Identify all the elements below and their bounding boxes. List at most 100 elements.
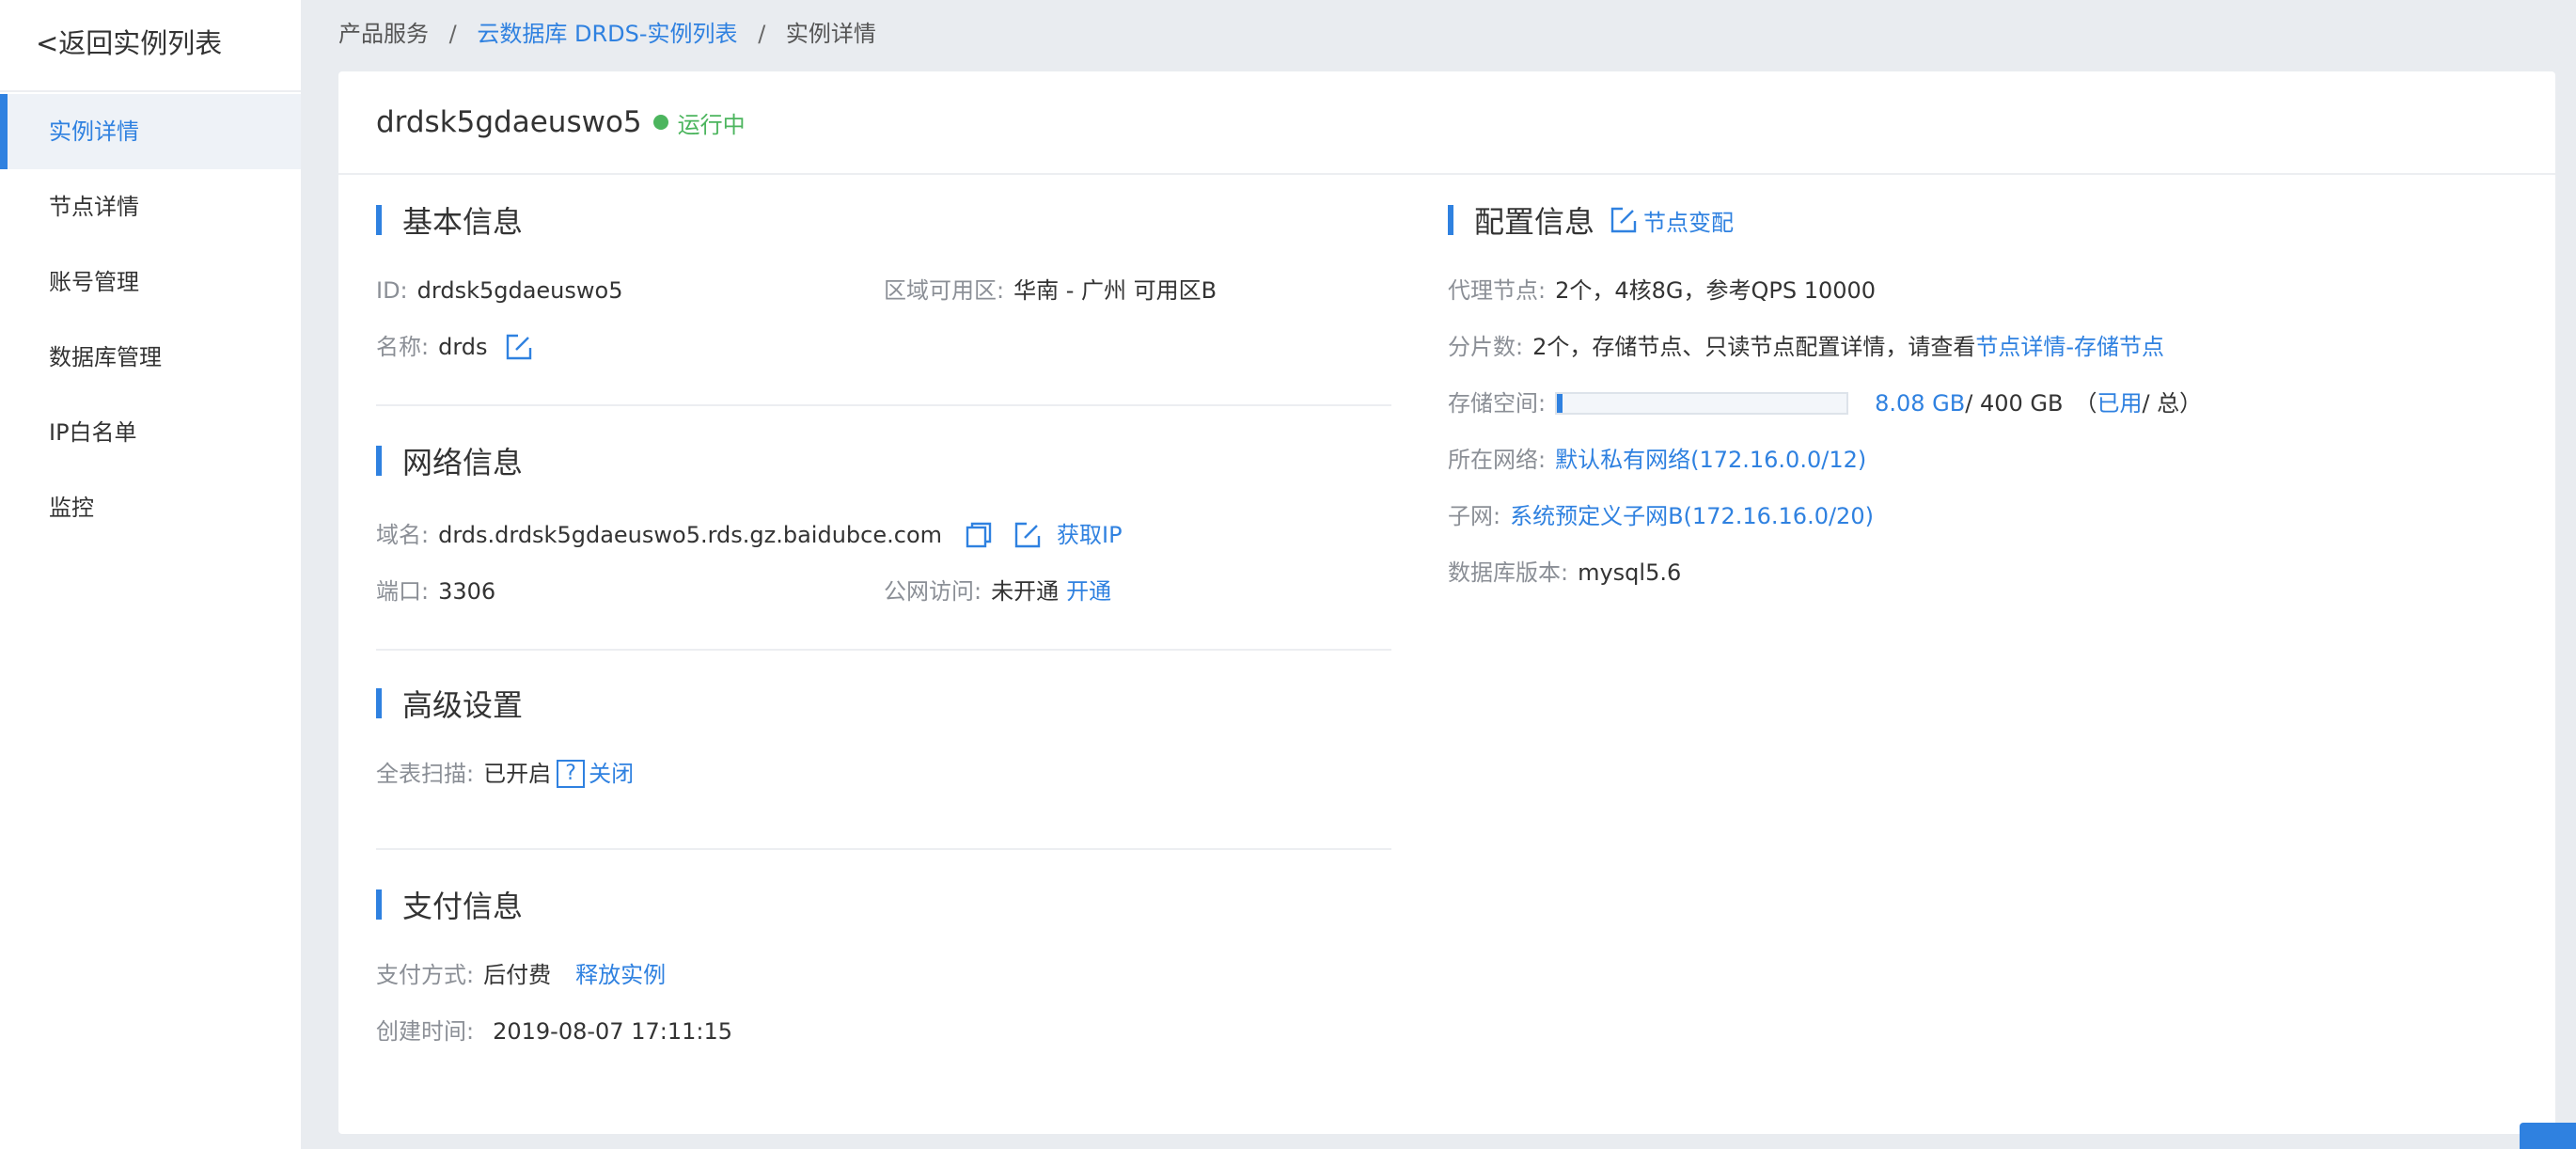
vpc-row: 所在网络: 默认私有网络(172.16.0.0/12) — [1448, 444, 1866, 476]
section-bar — [1448, 205, 1453, 235]
sidebar-item-label: 实例详情 — [49, 118, 139, 145]
port-row: 端口: 3306 — [376, 575, 495, 607]
domain-label: 域名: — [376, 522, 430, 548]
sidebar-item-label: 节点详情 — [49, 194, 139, 220]
storage-total-value: / 400 GB — [1965, 390, 2064, 417]
release-instance-link[interactable]: 释放实例 — [575, 959, 666, 991]
db-version-value: mysql5.6 — [1578, 559, 1682, 586]
public-access-row: 公网访问: 未开通 开通 — [884, 575, 1111, 607]
sidebar-item-database-management[interactable]: 数据库管理 — [0, 320, 301, 395]
storage-progress-bar — [1555, 392, 1849, 415]
sidebar-item-label: 账号管理 — [49, 269, 139, 295]
node-detail-storage-link[interactable]: 节点详情-存储节点 — [1975, 331, 2164, 363]
created-time-row: 创建时间: 2019-08-07 17:11:15 — [376, 1015, 732, 1047]
storage-legend-open: （ — [2074, 390, 2097, 417]
sidebar-item-ip-whitelist[interactable]: IP白名单 — [0, 395, 301, 470]
zone-row: 区域可用区: 华南 - 广州 可用区B — [884, 275, 1217, 307]
sidebar-item-node-detail[interactable]: 节点详情 — [0, 169, 301, 244]
section-payment-info: 支付信息 — [376, 886, 524, 924]
sidebar-item-instance-detail[interactable]: 实例详情 — [0, 94, 301, 169]
sidebar-item-label: 监控 — [49, 495, 94, 521]
section-bar — [376, 205, 382, 235]
created-time-label: 创建时间: — [376, 1018, 475, 1045]
section-config-info: 配置信息 节点变配 — [1448, 201, 1734, 240]
full-scan-label: 全表扫描: — [376, 761, 475, 787]
db-version-label: 数据库版本: — [1448, 559, 1569, 586]
storage-row: 存储空间: 8.08 GB / 400 GB （ 已用 / 总） — [1448, 387, 2202, 419]
id-row: ID: drdsk5gdaeuswo5 — [376, 275, 622, 307]
section-basic-info: 基本信息 — [376, 201, 524, 240]
proxy-node-label: 代理节点: — [1448, 277, 1547, 304]
port-label: 端口: — [376, 578, 430, 605]
floating-help-widget[interactable] — [2520, 1123, 2576, 1149]
section-bar — [376, 889, 382, 920]
section-title: 配置信息 — [1474, 204, 1595, 240]
node-change-link[interactable]: 节点变配 — [1643, 204, 1734, 237]
full-scan-row: 全表扫描: 已开启 ? 关闭 — [376, 758, 634, 790]
card-header: drdsk5gdaeuswo5 运行中 — [338, 71, 2555, 175]
vpc-label: 所在网络: — [1448, 447, 1547, 473]
storage-legend-total: / 总） — [2142, 390, 2203, 417]
section-network-info: 网络信息 — [376, 442, 523, 480]
payment-method-label: 支付方式: — [376, 962, 475, 988]
sidebar-item-monitoring[interactable]: 监控 — [0, 470, 301, 545]
section-title: 支付信息 — [402, 889, 524, 924]
name-value: drds — [438, 334, 488, 360]
public-access-value: 未开通 — [991, 578, 1060, 605]
sidebar-item-account-management[interactable]: 账号管理 — [0, 244, 301, 320]
enable-public-access-link[interactable]: 开通 — [1066, 575, 1111, 607]
instance-name: drdsk5gdaeuswo5 — [376, 105, 642, 139]
storage-progress-fill — [1557, 394, 1563, 413]
section-bar — [376, 688, 382, 718]
edit-domain-icon[interactable] — [1013, 521, 1042, 549]
name-label: 名称: — [376, 334, 430, 360]
storage-used-value: 8.08 GB — [1875, 390, 1966, 417]
proxy-node-row: 代理节点: 2个，4核8G，参考QPS 10000 — [1448, 275, 1876, 307]
zone-value: 华南 - 广州 可用区B — [1013, 277, 1217, 304]
shard-row: 分片数: 2个，存储节点、只读节点配置详情，请查看 节点详情-存储节点 — [1448, 331, 2164, 363]
close-full-scan-link[interactable]: 关闭 — [589, 758, 634, 790]
divider — [376, 404, 1391, 406]
id-value: drdsk5gdaeuswo5 — [416, 277, 623, 304]
port-value: 3306 — [438, 578, 496, 605]
storage-legend-used: 已用 — [2097, 390, 2143, 417]
edit-config-icon[interactable] — [1610, 206, 1638, 234]
breadcrumb-current: 实例详情 — [785, 21, 876, 47]
payment-method-row: 支付方式: 后付费 释放实例 — [376, 959, 666, 991]
vpc-link[interactable]: 默认私有网络(172.16.0.0/12) — [1555, 444, 1866, 476]
instance-detail-card: drdsk5gdaeuswo5 运行中 基本信息 ID: drdsk5gdaeu… — [338, 71, 2555, 1134]
get-ip-link[interactable]: 获取IP — [1057, 519, 1123, 551]
sidebar: <返回实例列表 实例详情 节点详情 账号管理 数据库管理 IP白名单 监控 — [0, 0, 301, 1149]
active-indicator — [0, 94, 8, 169]
edit-name-icon[interactable] — [505, 333, 533, 361]
shard-value: 2个，存储节点、只读节点配置详情，请查看 — [1532, 334, 1976, 360]
breadcrumb-instance-list-link[interactable]: 云数据库 DRDS-实例列表 — [477, 21, 737, 47]
breadcrumb: 产品服务 / 云数据库 DRDS-实例列表 / 实例详情 — [338, 15, 876, 53]
subnet-link[interactable]: 系统预定义子网B(172.16.16.0/20) — [1510, 500, 1874, 532]
domain-row: 域名: drds.drdsk5gdaeuswo5.rds.gz.baidubce… — [376, 519, 1123, 551]
copy-icon[interactable] — [965, 521, 993, 549]
shard-label: 分片数: — [1448, 334, 1524, 360]
help-icon[interactable]: ? — [557, 760, 586, 788]
status-text: 运行中 — [677, 111, 746, 138]
storage-label: 存储空间: — [1448, 390, 1547, 417]
created-time-value: 2019-08-07 17:11:15 — [493, 1018, 732, 1045]
proxy-node-value: 2个，4核8G，参考QPS 10000 — [1555, 277, 1877, 304]
payment-method-value: 后付费 — [483, 962, 552, 988]
db-version-row: 数据库版本: mysql5.6 — [1448, 557, 1681, 589]
status-dot-icon — [652, 115, 668, 130]
sidebar-item-label: 数据库管理 — [49, 344, 162, 370]
zone-label: 区域可用区: — [884, 277, 1005, 304]
divider — [376, 649, 1391, 651]
public-access-label: 公网访问: — [884, 578, 982, 605]
breadcrumb-product-services[interactable]: 产品服务 — [338, 21, 429, 47]
sidebar-item-label: IP白名单 — [49, 419, 137, 446]
back-to-instance-list-link[interactable]: <返回实例列表 — [0, 0, 301, 92]
section-title: 基本信息 — [402, 204, 524, 240]
id-label: ID: — [376, 277, 408, 304]
breadcrumb-separator: / — [448, 21, 457, 47]
divider — [376, 848, 1391, 850]
name-row: 名称: drds — [376, 331, 533, 363]
breadcrumb-separator: / — [758, 21, 766, 47]
domain-value: drds.drdsk5gdaeuswo5.rds.gz.baidubce.com — [438, 522, 943, 548]
